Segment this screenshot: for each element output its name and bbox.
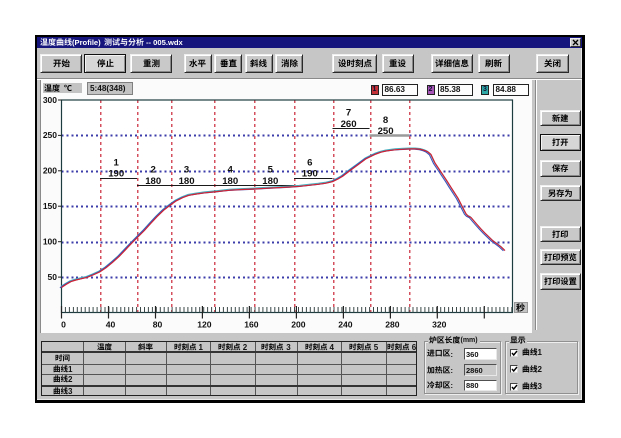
svg-text:80: 80: [153, 320, 163, 330]
svg-text:1: 1: [114, 157, 120, 168]
svg-text:300: 300: [43, 95, 57, 105]
svg-text:200: 200: [291, 320, 306, 330]
svg-text:120: 120: [197, 320, 212, 330]
svg-text:0: 0: [61, 320, 66, 330]
svg-text:8: 8: [383, 115, 389, 126]
svg-text:180: 180: [262, 176, 278, 187]
svg-text:5: 5: [268, 164, 274, 175]
svg-text:160: 160: [244, 320, 259, 330]
svg-text:200: 200: [43, 166, 57, 176]
svg-text:320: 320: [432, 320, 447, 330]
svg-text:2: 2: [151, 164, 156, 175]
svg-text:3: 3: [184, 164, 189, 175]
svg-text:50: 50: [48, 272, 58, 282]
svg-text:180: 180: [145, 176, 161, 187]
svg-text:280: 280: [385, 320, 400, 330]
svg-text:190: 190: [108, 169, 124, 180]
svg-text:190: 190: [302, 169, 318, 180]
svg-text:6: 6: [307, 157, 312, 168]
svg-text:180: 180: [222, 176, 238, 187]
svg-text:4: 4: [228, 164, 234, 175]
svg-text:40: 40: [106, 320, 116, 330]
svg-text:240: 240: [338, 320, 353, 330]
svg-text:7: 7: [346, 108, 351, 119]
svg-text:250: 250: [378, 126, 394, 137]
svg-text:100: 100: [43, 237, 57, 247]
svg-text:260: 260: [341, 119, 357, 130]
svg-text:250: 250: [43, 130, 57, 140]
svg-text:180: 180: [179, 176, 195, 187]
svg-text:150: 150: [43, 201, 57, 211]
